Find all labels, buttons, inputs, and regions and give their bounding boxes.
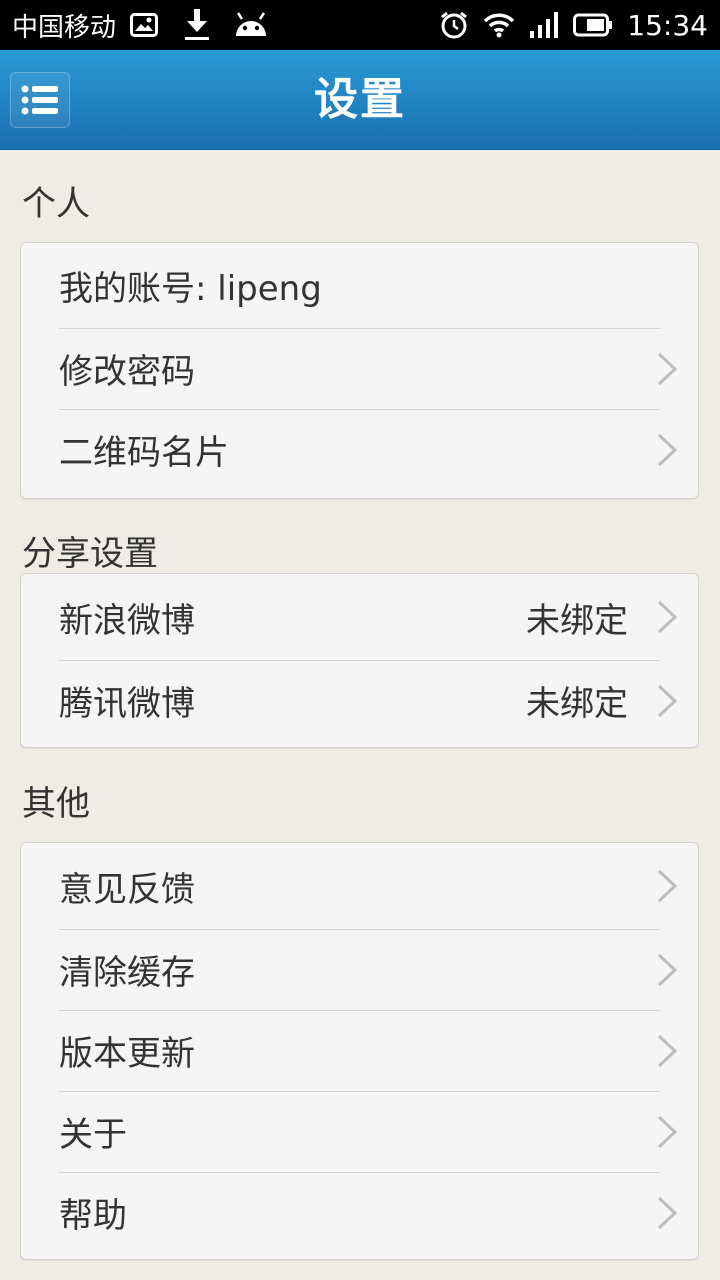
sina-weibo-row[interactable]: 新浪微博 未绑定 [21, 574, 698, 660]
chevron-right-icon [656, 351, 678, 387]
personal-card: 我的账号: lipeng 修改密码 二维码名片 [20, 242, 699, 499]
chevron-right-icon [656, 1114, 678, 1150]
about-row[interactable]: 关于 [21, 1091, 698, 1172]
change-password-label: 修改密码 [59, 352, 195, 392]
feedback-label: 意见反馈 [59, 869, 195, 910]
version-update-row[interactable]: 版本更新 [21, 1010, 698, 1091]
status-bar-left: 中国移动 [12, 7, 268, 44]
qr-card-row[interactable]: 二维码名片 [21, 409, 698, 490]
sina-weibo-label: 新浪微博 [59, 600, 195, 641]
clear-cache-row[interactable]: 清除缓存 [21, 929, 698, 1010]
android-icon [234, 12, 268, 38]
download-icon [184, 9, 210, 41]
account-row: 我的账号: lipeng [21, 243, 698, 328]
page-title: 设置 [314, 74, 406, 125]
title-bar: 设置 [0, 50, 720, 150]
tencent-weibo-label: 腾讯微博 [59, 684, 195, 724]
chevron-right-icon [656, 1033, 678, 1069]
help-row[interactable]: 帮助 [21, 1172, 698, 1253]
chevron-right-icon [656, 432, 678, 468]
qr-card-label: 二维码名片 [59, 433, 229, 473]
account-label: 我的账号: lipeng [59, 269, 322, 309]
chevron-right-icon [656, 1195, 678, 1231]
section-title-share: 分享设置 [22, 534, 158, 574]
clear-cache-label: 清除缓存 [59, 953, 195, 993]
alarm-icon [439, 10, 469, 40]
about-label: 关于 [59, 1115, 127, 1155]
feedback-row[interactable]: 意见反馈 [21, 843, 698, 929]
chevron-right-icon [656, 599, 678, 635]
signal-icon [529, 11, 559, 39]
status-bar-right: 15:34 [439, 9, 708, 42]
carrier-name: 中国移动 [12, 12, 117, 43]
chevron-right-icon [656, 868, 678, 904]
version-update-label: 版本更新 [59, 1034, 195, 1074]
image-icon [130, 13, 159, 37]
wifi-icon [483, 12, 515, 38]
section-title-other: 其他 [22, 784, 90, 824]
share-card: 新浪微博 未绑定 腾讯微博 未绑定 [20, 573, 699, 748]
sina-weibo-status: 未绑定 [526, 600, 628, 641]
clock: 15:34 [627, 8, 708, 42]
tencent-weibo-row[interactable]: 腾讯微博 未绑定 [21, 660, 698, 741]
change-password-row[interactable]: 修改密码 [21, 328, 698, 409]
section-title-personal: 个人 [22, 184, 90, 224]
help-label: 帮助 [59, 1196, 127, 1236]
tencent-weibo-status: 未绑定 [526, 684, 628, 724]
status-bar: 中国移动 15:34 [0, 0, 720, 50]
other-card: 意见反馈 清除缓存 版本更新 关于 帮助 [20, 842, 699, 1260]
chevron-right-icon [656, 683, 678, 719]
chevron-right-icon [656, 952, 678, 988]
battery-icon [573, 13, 613, 37]
